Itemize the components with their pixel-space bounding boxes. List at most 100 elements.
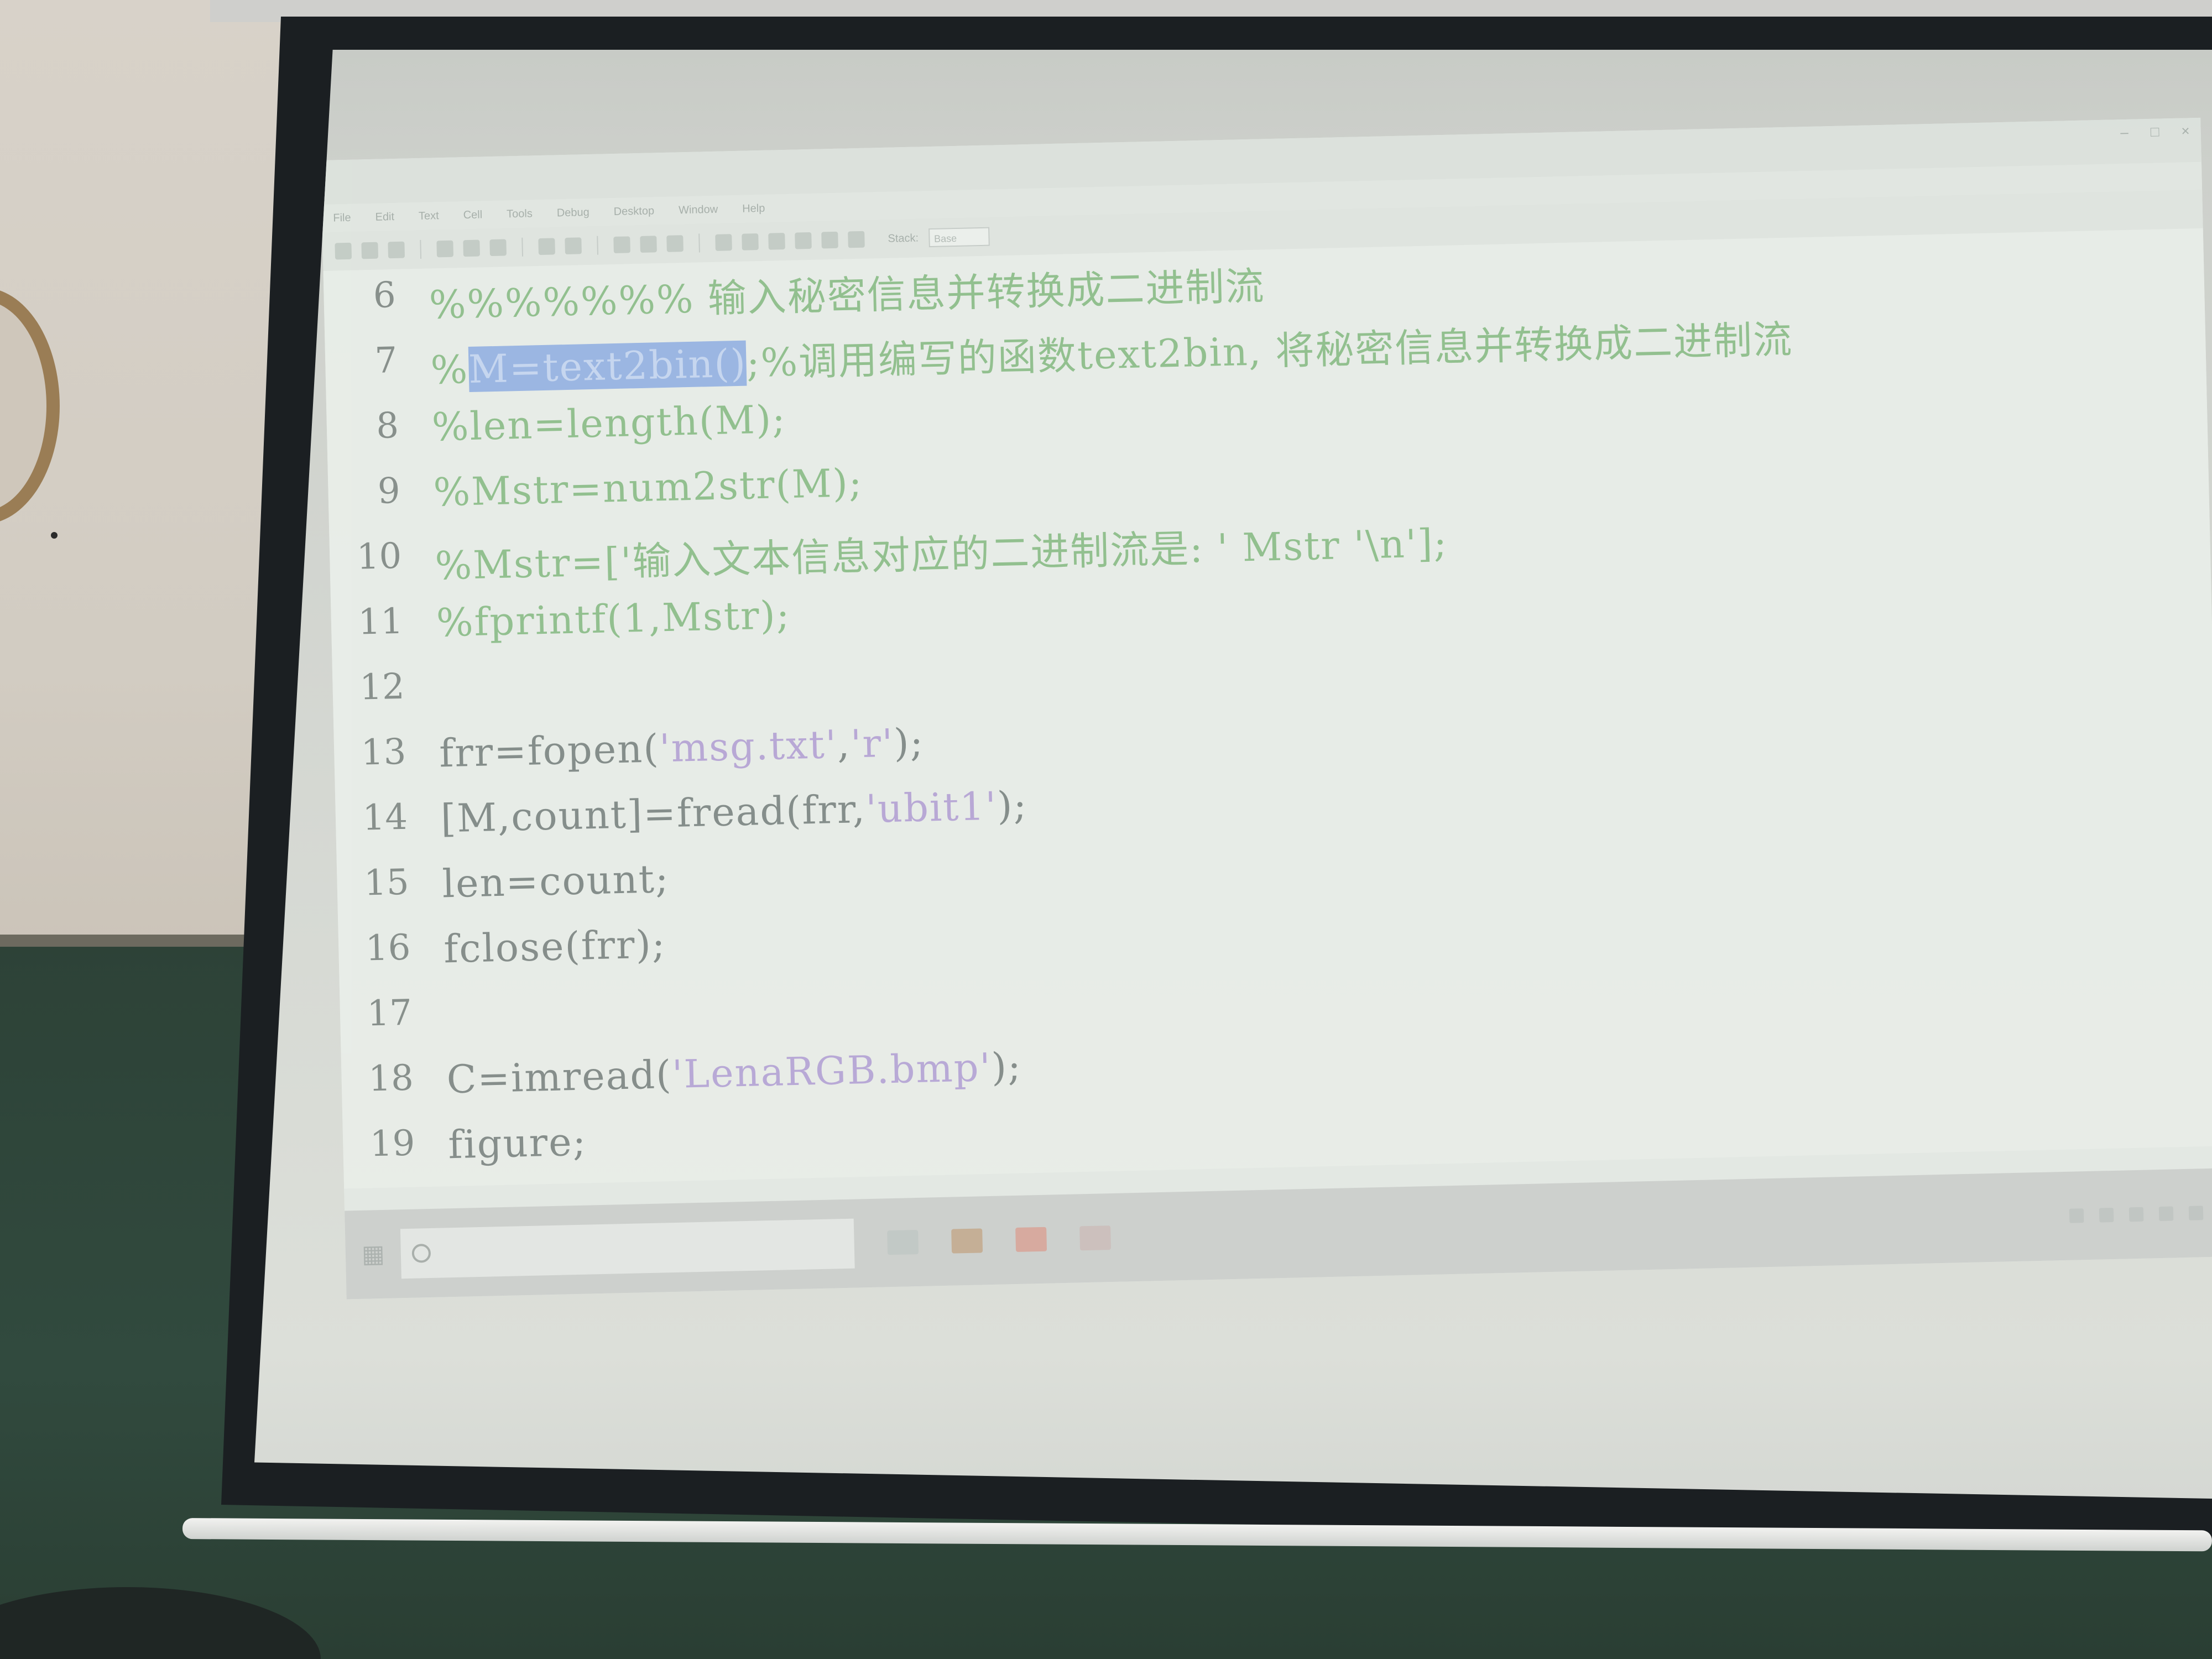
stack-select[interactable]: Base [928,227,990,248]
code-token: ); [997,782,1028,829]
close-icon[interactable]: × [2181,122,2190,139]
code-text: len=count; [442,856,670,906]
code-token: , [837,721,852,768]
menu-cell[interactable]: Cell [463,208,482,222]
cut-icon[interactable] [436,240,454,258]
code-text: figure; [448,1119,587,1168]
code-token: %len=length(M); [431,397,787,450]
menu-file[interactable]: File [333,211,351,225]
toolbar-separator [420,239,422,259]
task-view-icon[interactable] [887,1229,919,1255]
code-token: C=imread( [446,1052,673,1103]
line-number: 8 [375,405,399,447]
function-icon[interactable] [666,235,684,252]
code-token: %fprintf(1,Mstr); [436,592,791,646]
code-token: %%%%%%% 输入秘密信息并转换成二进制流 [429,263,1266,328]
notification-icon[interactable] [2188,1206,2204,1220]
code-token: ); [893,719,925,766]
code-token: frr=fopen( [439,726,660,776]
code-text: C=imread('LenaRGB.bmp'); [446,1044,1022,1103]
line-number: 16 [365,927,411,969]
wall-mark [51,532,58,539]
code-token: 'LenaRGB.bmp' [671,1044,992,1097]
stack-label: Stack: [888,232,919,245]
line-number: 18 [368,1057,414,1100]
menu-window[interactable]: Window [679,203,718,217]
line-number: 17 [366,992,413,1035]
code-token: ); [990,1044,1022,1090]
matlab-icon[interactable] [1015,1227,1047,1252]
selected-code: M=text2bin() [468,340,747,393]
input-method-icon[interactable] [2158,1206,2174,1222]
print-icon[interactable] [613,236,630,254]
code-text: [M,count]=fread(frr,'ubit1'); [440,782,1028,841]
system-tray [2069,1206,2204,1223]
code-editor[interactable]: 6 %%%%%%% 输入秘密信息并转换成二进制流 7 %M=text2bin();%调… [323,228,2212,1189]
toolbar-separator [698,233,700,253]
code-token: [M,count]=fread(frr, [440,786,867,842]
battery-icon[interactable] [2128,1207,2144,1222]
code-text: fclose(frr); [443,921,666,972]
network-icon[interactable] [2069,1208,2084,1223]
projected-desktop: – □ × File Edit Text Cell Tools Debug De… [321,117,2212,1300]
redo-icon[interactable] [565,237,582,255]
line-number: 6 [373,274,397,316]
code-text: %fprintf(1,Mstr); [436,592,791,646]
code-token: ;%调用编写的函数text2bin, 将秘密信息并转换成二进制流 [746,316,1793,386]
code-text: frr=fopen('msg.txt','r'); [439,720,925,776]
menu-tools[interactable]: Tools [507,207,533,221]
code-token: %Mstr=num2str(M); [432,460,864,515]
step-out-icon[interactable] [821,231,838,249]
open-file-icon[interactable] [361,242,379,259]
code-token: len=count; [441,856,670,907]
undo-icon[interactable] [538,238,555,255]
line-number: 10 [356,535,403,578]
app-icon[interactable] [1079,1225,1112,1251]
paste-icon[interactable] [489,239,507,257]
line-number: 19 [369,1123,416,1165]
toolbar-separator [597,236,599,255]
code-text: %%%%%%% 输入秘密信息并转换成二进制流 [429,255,1266,330]
line-number: 13 [361,731,407,774]
line-number: 14 [362,796,408,839]
toolbar-separator [521,237,524,257]
search-icon [411,1244,431,1263]
file-explorer-icon[interactable] [951,1228,983,1254]
code-token: fclose(frr); [443,921,667,972]
menu-desktop[interactable]: Desktop [613,205,654,218]
menu-help[interactable]: Help [742,202,765,215]
run-icon[interactable] [848,231,865,248]
menu-text[interactable]: Text [419,210,439,223]
line-number: 15 [363,862,410,904]
code-token: 'r' [850,720,895,767]
code-token: 'msg.txt' [659,722,838,771]
matlab-editor-window: – □ × File Edit Text Cell Tools Debug De… [321,117,2212,1300]
code-token: %Mstr=['输入文本信息对应的二进制流是: ' Mstr '\n']; [434,520,1448,589]
line-number: 9 [377,470,401,512]
line-number: 12 [359,666,405,708]
menu-edit[interactable]: Edit [375,211,394,224]
code-token: % [430,347,469,393]
new-file-icon[interactable] [335,242,352,260]
find-icon[interactable] [640,236,657,253]
clear-breakpoints-icon[interactable] [742,233,759,251]
minimize-icon[interactable]: – [2120,124,2128,141]
step-icon[interactable] [768,232,785,250]
code-token: 'ubit1' [865,783,998,832]
breakpoint-icon[interactable] [715,234,732,251]
code-text: %Mstr=num2str(M); [433,460,863,515]
window-controls: – □ × [2120,122,2190,141]
maximize-icon[interactable]: □ [2150,123,2159,140]
code-text: %len=length(M); [431,397,787,450]
menu-debug[interactable]: Debug [557,206,589,220]
step-in-icon[interactable] [795,232,812,249]
volume-icon[interactable] [2099,1207,2114,1223]
start-icon[interactable]: ▦ [351,1232,396,1277]
line-number: 11 [357,601,404,643]
projection-screen: – □ × File Edit Text Cell Tools Debug De… [254,50,2212,1499]
code-token: figure; [447,1119,587,1168]
taskbar-search-box[interactable] [400,1218,855,1279]
copy-icon[interactable] [463,239,481,257]
photo-scene: – □ × File Edit Text Cell Tools Debug De… [0,0,2212,1659]
save-icon[interactable] [388,241,405,259]
